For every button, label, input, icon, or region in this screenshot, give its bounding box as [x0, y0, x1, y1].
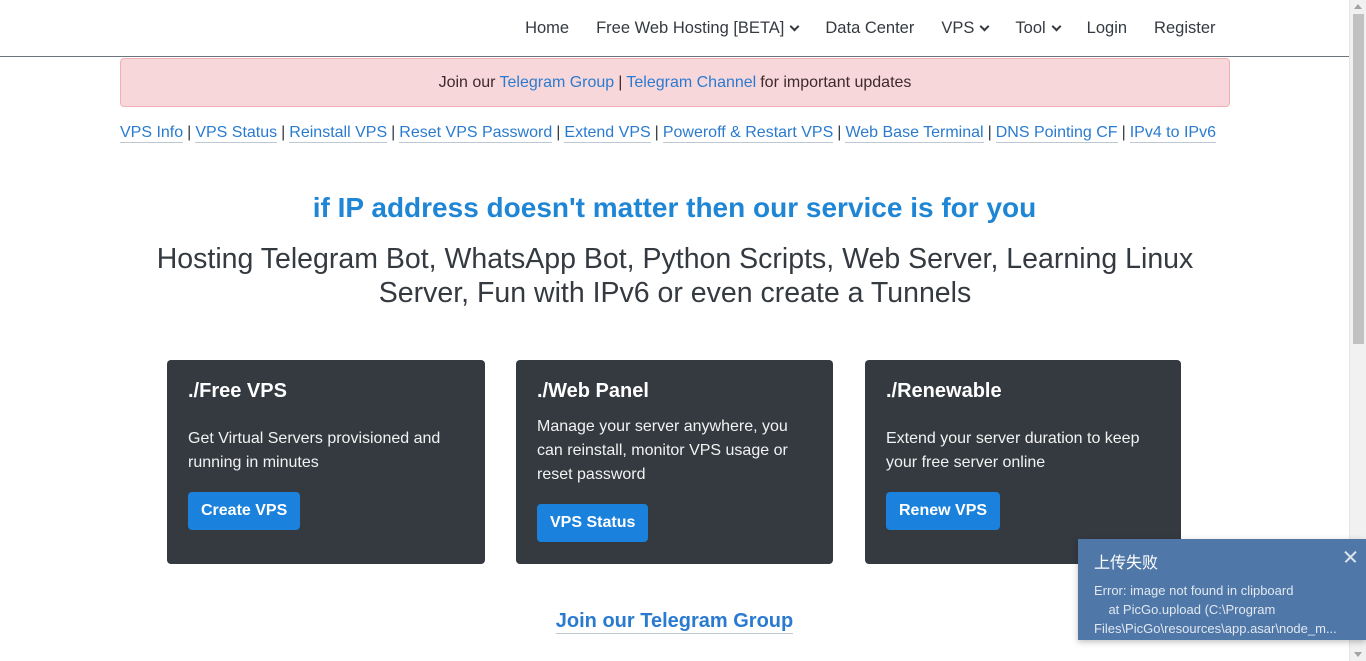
hero-subtitle: Hosting Telegram Bot, WhatsApp Bot, Pyth…	[156, 243, 1194, 309]
link-reset-vps-password[interactable]: Reset VPS Password	[399, 124, 553, 143]
card-text: Extend your server duration to keep your…	[886, 430, 1140, 471]
nav-register[interactable]: Register	[1141, 0, 1229, 56]
hero-title: if IP address doesn't matter then our se…	[312, 192, 1037, 223]
telegram-group-link[interactable]: Telegram Group	[499, 74, 614, 92]
nav-tool[interactable]: Tool	[1002, 0, 1073, 56]
link-separator: |	[1121, 124, 1126, 141]
chevron-down-icon	[789, 21, 800, 31]
scroll-down-arrow-icon[interactable]	[1354, 652, 1362, 657]
close-icon[interactable]	[1343, 550, 1357, 564]
link-separator: |	[281, 124, 286, 141]
nav-tool-label: Tool	[1015, 18, 1046, 37]
nav-data-center-label: Data Center	[825, 18, 915, 37]
nav-menu: Home Free Web Hosting [BETA] Data Center…	[512, 0, 1229, 56]
card-text: Manage your server anywhere, you can rei…	[537, 418, 788, 483]
card-renewable: ./Renewable Extend your server duration …	[865, 360, 1181, 564]
link-separator: |	[987, 124, 992, 141]
top-navbar: Home Free Web Hosting [BETA] Data Center…	[0, 0, 1349, 57]
toast-message: Error: image not found in clipboard at P…	[1094, 583, 1337, 636]
alert-suffix-text: for important updates	[760, 73, 912, 91]
link-dns-pointing-cf[interactable]: DNS Pointing CF	[995, 124, 1118, 143]
chevron-down-icon	[979, 21, 990, 31]
alert-prefix-text: Join our	[438, 73, 496, 91]
toast-title: 上传失败	[1094, 555, 1159, 572]
vps-status-button[interactable]: VPS Status	[537, 504, 649, 542]
link-web-base-terminal[interactable]: Web Base Terminal	[845, 124, 984, 143]
upload-error-toast: 上传失败 Error: image not found in clipboard…	[1078, 539, 1366, 640]
card-text: Get Virtual Servers provisioned and runn…	[188, 430, 441, 471]
link-vps-status[interactable]: VPS Status	[195, 124, 278, 143]
updates-alert: Join our Telegram Group | Telegram Chann…	[120, 58, 1230, 107]
nav-login[interactable]: Login	[1073, 0, 1140, 56]
card-web-panel: ./Web Panel Manage your server anywhere,…	[516, 360, 833, 564]
join-telegram-group-link[interactable]: Join our Telegram Group	[555, 610, 794, 634]
card-title: ./Renewable	[886, 380, 1002, 402]
nav-home[interactable]: Home	[512, 0, 583, 56]
telegram-channel-link[interactable]: Telegram Channel	[626, 74, 756, 92]
scroll-up-arrow-icon[interactable]	[1354, 4, 1362, 9]
nav-vps-label: VPS	[941, 18, 975, 37]
card-free-vps: ./Free VPS Get Virtual Servers provision…	[167, 360, 485, 564]
alert-separator: |	[618, 73, 623, 91]
nav-free-web-hosting[interactable]: Free Web Hosting [BETA]	[583, 0, 812, 56]
link-extend-vps[interactable]: Extend VPS	[564, 124, 651, 143]
link-separator: |	[187, 124, 192, 141]
link-ipv4-to-ipv6[interactable]: IPv4 to IPv6	[1129, 124, 1216, 143]
link-separator: |	[391, 124, 396, 141]
nav-data-center[interactable]: Data Center	[812, 0, 928, 56]
card-title: ./Free VPS	[188, 380, 287, 402]
nav-vps[interactable]: VPS	[928, 0, 1002, 56]
chevron-down-icon	[1051, 21, 1062, 31]
link-vps-info[interactable]: VPS Info	[120, 124, 184, 143]
nav-register-label: Register	[1154, 18, 1216, 37]
link-separator: |	[556, 124, 561, 141]
link-separator: |	[654, 124, 659, 141]
nav-home-label: Home	[525, 18, 570, 37]
link-reinstall-vps[interactable]: Reinstall VPS	[289, 124, 388, 143]
create-vps-button[interactable]: Create VPS	[188, 492, 301, 530]
link-separator: |	[837, 124, 842, 141]
card-title: ./Web Panel	[537, 380, 649, 402]
nav-login-label: Login	[1086, 18, 1128, 37]
renew-vps-button[interactable]: Renew VPS	[886, 492, 1001, 530]
nav-free-web-hosting-label: Free Web Hosting [BETA]	[596, 18, 785, 37]
link-poweroff-restart-vps[interactable]: Poweroff & Restart VPS	[662, 124, 834, 143]
quick-links-bar: VPS Info | VPS Status | Reinstall VPS | Reset …	[120, 124, 1230, 143]
scroll-thumb[interactable]	[1353, 14, 1364, 344]
